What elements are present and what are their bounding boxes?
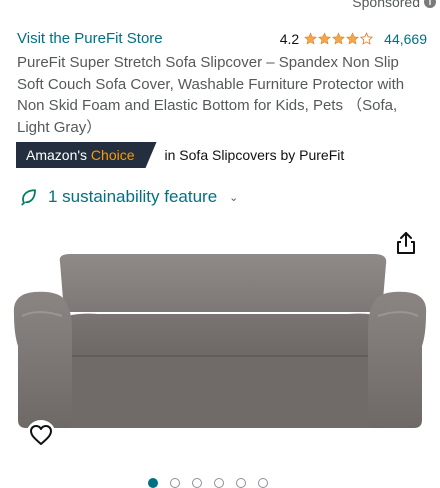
sponsored-label-row[interactable]: Sponsored i bbox=[352, 0, 436, 10]
badge-accent: Choice bbox=[90, 147, 135, 163]
carousel-dot[interactable] bbox=[170, 478, 180, 488]
image-carousel-dots bbox=[148, 478, 268, 488]
star-full-icon bbox=[346, 32, 360, 45]
rating-summary[interactable]: 4.2 44,669 bbox=[280, 31, 427, 47]
carousel-dot[interactable] bbox=[148, 478, 158, 488]
carousel-dot[interactable] bbox=[258, 478, 268, 488]
carousel-dot[interactable] bbox=[236, 478, 246, 488]
info-icon[interactable]: i bbox=[424, 0, 436, 8]
star-full-icon bbox=[332, 32, 346, 45]
store-rating-row: Visit the PureFit Store 4.2 44,669 bbox=[17, 30, 427, 47]
carousel-dot[interactable] bbox=[192, 478, 202, 488]
rating-count: 44,669 bbox=[384, 30, 427, 47]
chevron-down-icon: ⌄ bbox=[229, 191, 239, 204]
amazons-choice-row: Amazon's Choice in Sofa Slipcovers by Pu… bbox=[16, 142, 344, 168]
badge-prefix: Amazon's bbox=[26, 147, 88, 163]
gray-sofa-slipcover-image[interactable] bbox=[8, 250, 432, 430]
wishlist-button[interactable] bbox=[26, 420, 56, 450]
badge-context: in Sofa Slipcovers by PureFit bbox=[164, 147, 345, 163]
leaf-icon bbox=[21, 189, 36, 206]
rating-value: 4.2 bbox=[279, 30, 300, 47]
product-title[interactable]: PureFit Super Stretch Sofa Slipcover – S… bbox=[17, 52, 427, 138]
carousel-dot[interactable] bbox=[214, 478, 224, 488]
amazons-choice-badge: Amazon's Choice bbox=[16, 142, 157, 168]
sustainability-label: 1 sustainability feature bbox=[48, 187, 218, 206]
heart-icon bbox=[30, 425, 52, 445]
star-full-icon bbox=[304, 32, 318, 45]
star-rating bbox=[304, 32, 374, 45]
sponsored-label: Sponsored bbox=[352, 0, 420, 10]
star-empty-icon bbox=[360, 32, 374, 45]
visit-store-link[interactable]: Visit the PureFit Store bbox=[17, 30, 163, 47]
sustainability-feature-link[interactable]: 1 sustainability feature ⌄ bbox=[20, 187, 238, 207]
star-full-icon bbox=[318, 32, 332, 45]
